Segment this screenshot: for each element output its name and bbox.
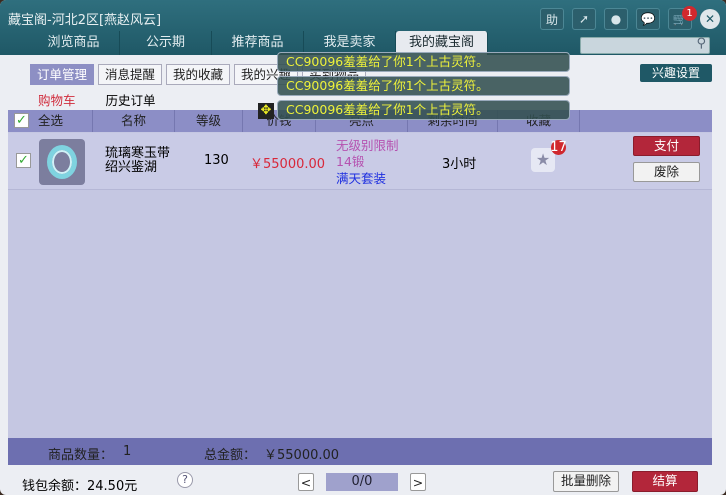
item-price: ￥55000.00 — [250, 157, 326, 172]
window-title: 藏宝阁-河北2区[燕赵风云] — [8, 13, 162, 28]
share-icon[interactable]: ➚ — [572, 8, 596, 30]
batch-delete-button[interactable]: 批量删除 — [553, 471, 619, 492]
toast-message: CC90096羞羞给了你1个上古灵符。 — [277, 100, 570, 120]
search-input[interactable]: ⚲ — [580, 36, 710, 54]
chat-icon[interactable]: 💬 — [636, 8, 660, 30]
prev-page-button[interactable]: < — [298, 473, 314, 491]
next-page-button[interactable]: > — [410, 473, 426, 491]
fav-count-badge: 17 — [550, 140, 567, 155]
summary-bar: 商品数量： 1 总金额： ￥55000.00 — [8, 438, 712, 465]
tab-public[interactable]: 公示期 — [120, 31, 212, 55]
item-image[interactable] — [39, 139, 85, 185]
pay-button[interactable]: 支付 — [633, 136, 700, 156]
toast-message: CC90096羞羞给了你1个上古灵符。 — [277, 76, 570, 96]
cart-tab[interactable]: 购物车 — [38, 90, 76, 109]
footer: 钱包余额：24.50元 ? < 0/0 > 批量删除 结算 — [0, 465, 726, 495]
wallet-balance: 钱包余额：24.50元 — [22, 479, 138, 494]
move-handle-icon[interactable]: ✥ — [258, 103, 274, 119]
checkout-button[interactable]: 结算 — [632, 471, 698, 492]
interest-settings-button[interactable]: 兴趣设置 — [640, 64, 712, 82]
item-time: 3小时 — [442, 157, 477, 172]
subtab-orders[interactable]: 订单管理 — [30, 64, 95, 85]
header-select-all: 全选 — [38, 113, 64, 128]
help-icon[interactable]: ? — [177, 472, 193, 488]
item-name: 琉璃寒玉带 绍兴鉴湖 — [105, 146, 171, 175]
header-name: 名称 — [93, 110, 175, 132]
tab-browse[interactable]: 浏览商品 — [28, 31, 120, 55]
select-all-checkbox[interactable]: ✓ — [14, 113, 29, 128]
search-icon[interactable]: ⚲ — [696, 36, 706, 51]
count-value: 1 — [123, 444, 132, 459]
count-label: 商品数量： — [48, 448, 114, 463]
cart-table: ✓ 全选 名称 等级 价钱 亮点 剩余时间 收藏 ✓ 琉璃寒玉带 绍兴鉴湖 130… — [8, 110, 712, 438]
history-tab[interactable]: 历史订单 — [106, 90, 156, 109]
window: 藏宝阁-河北2区[燕赵风云] 助 ➚ ● 💬 🛒 1 ✕ 浏览商品 公示期 推荐商… — [0, 0, 726, 495]
close-icon[interactable]: ✕ — [700, 9, 720, 29]
toast-message: CC90096羞羞给了你1个上古灵符。 — [277, 52, 570, 72]
subtab-messages[interactable]: 消息提醒 — [98, 64, 163, 85]
cart-badge: 1 — [682, 6, 697, 21]
title-bar: 藏宝阁-河北2区[燕赵风云] 助 ➚ ● 💬 🛒 1 ✕ 浏览商品 公示期 推荐商… — [0, 0, 726, 55]
total-label: 总金额： — [204, 448, 257, 463]
total-value: ￥55000.00 — [264, 448, 340, 463]
header-level: 等级 — [175, 110, 243, 132]
highlight-set: 满天套装 — [336, 171, 387, 186]
help-button[interactable]: 助 — [540, 8, 564, 30]
page-indicator: 0/0 — [326, 473, 398, 491]
record-icon[interactable]: ● — [604, 8, 628, 30]
table-row: ✓ 琉璃寒玉带 绍兴鉴湖 130 ￥55000.00 无级别限制 14锻 满天套… — [8, 133, 712, 190]
cart-icon[interactable]: 🛒 1 — [668, 6, 697, 30]
subtab-favorites[interactable]: 我的收藏 — [166, 64, 231, 85]
item-level: 130 — [204, 153, 229, 168]
discard-button[interactable]: 废除 — [633, 162, 700, 182]
row-checkbox[interactable]: ✓ — [16, 153, 31, 168]
